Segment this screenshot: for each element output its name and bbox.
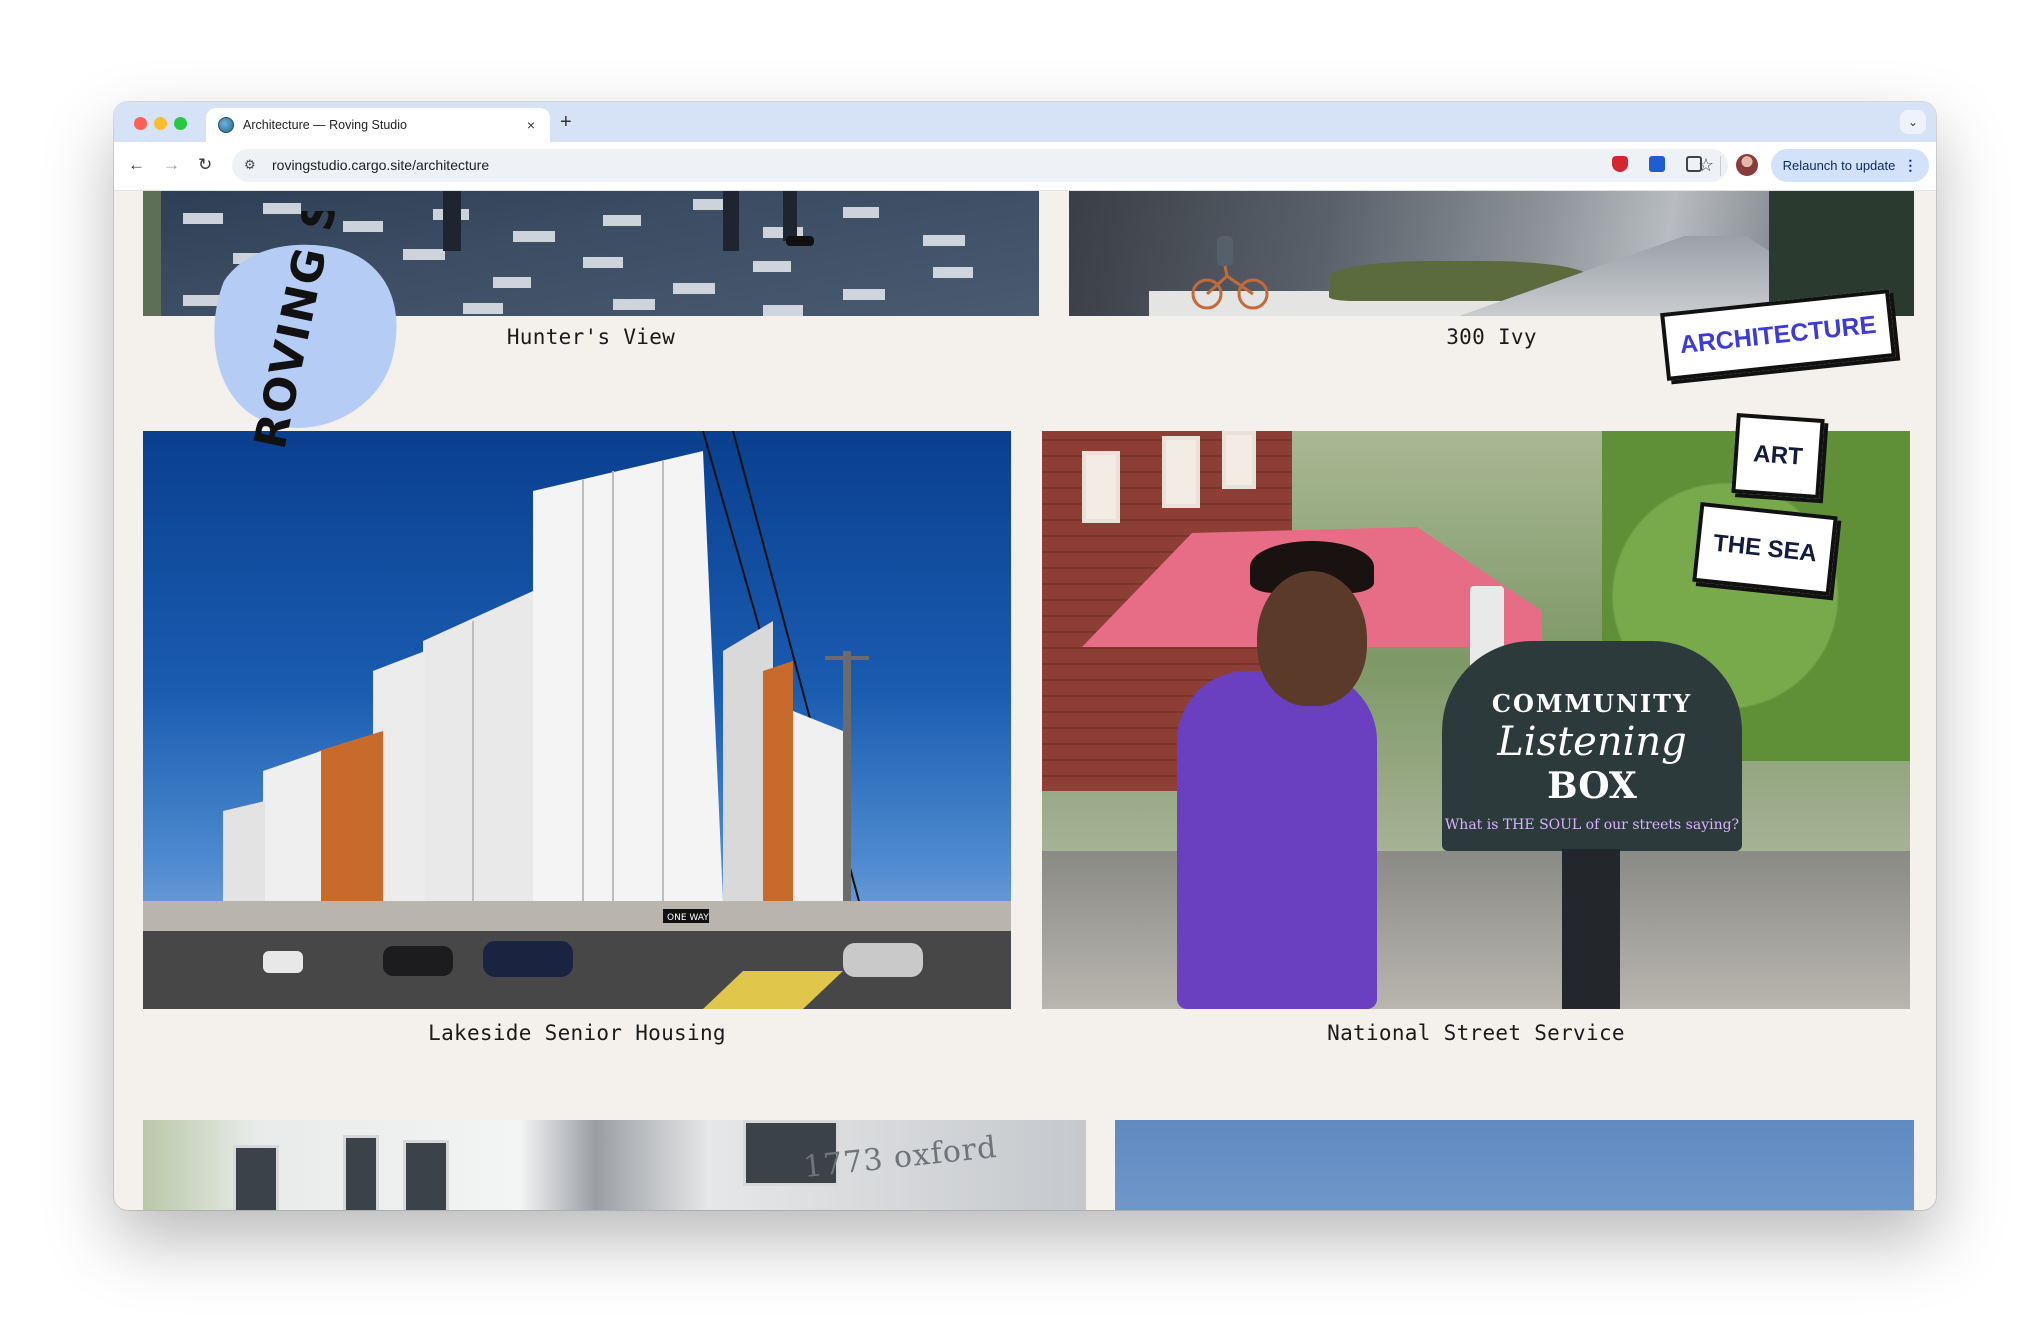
reload-button[interactable]: ↻: [198, 155, 212, 175]
address-bar[interactable]: ⚙ rovingstudio.cargo.site/architecture ☆: [232, 149, 1728, 182]
tab-architecture[interactable]: Architecture — Roving Studio ×: [206, 108, 550, 142]
site-info-icon[interactable]: ⚙: [244, 157, 256, 173]
kebab-menu-icon[interactable]: ⋮: [1903, 157, 1917, 174]
mailbox-text-4: What is THE SOUL of our streets saying?: [1444, 817, 1740, 833]
project-title-lakeside-senior-housing[interactable]: Lakeside Senior Housing: [143, 1021, 1011, 1045]
window-graphic: [233, 1145, 279, 1210]
project-image-1773-oxford[interactable]: 1773 oxford: [143, 1120, 1086, 1210]
mailbox-post-graphic: [1562, 849, 1620, 1009]
page-content: Hunter's View 300 Ivy ONE WAY Lakeside S…: [114, 191, 1936, 1210]
forward-button[interactable]: →: [163, 155, 180, 175]
close-tab-icon[interactable]: ×: [520, 117, 542, 133]
globe-icon: [218, 117, 234, 133]
nav-art[interactable]: ART: [1731, 413, 1825, 499]
project-image-300-ivy[interactable]: [1069, 191, 1914, 316]
tab-search-dropdown-icon[interactable]: ⌄: [1900, 110, 1926, 134]
community-listening-box: COMMUNITY Listening BOX What is THE SOUL…: [1442, 641, 1742, 851]
project-title-national-street-service[interactable]: National Street Service: [1042, 1021, 1910, 1045]
tab-bar: Architecture — Roving Studio × + ⌄: [114, 102, 1936, 142]
extensions-puzzle-icon[interactable]: [1686, 156, 1702, 172]
window-graphic: [1162, 436, 1200, 508]
minimize-window-icon[interactable]: [154, 117, 167, 130]
window-graphic: [1222, 431, 1256, 489]
zoom-window-icon[interactable]: [174, 117, 187, 130]
back-button[interactable]: ←: [128, 155, 145, 175]
project-image-lakeside-senior-housing[interactable]: ONE WAY: [143, 431, 1011, 1009]
browser-window: Architecture — Roving Studio × + ⌄ ← → ↻…: [114, 102, 1936, 1210]
browser-toolbar: ← → ↻ ⚙ rovingstudio.cargo.site/architec…: [114, 142, 1936, 191]
mailbox-text-1: COMMUNITY: [1491, 689, 1693, 718]
close-window-icon[interactable]: [134, 117, 147, 130]
street-ground-graphic: [1042, 851, 1910, 1009]
url-text[interactable]: rovingstudio.cargo.site/architecture: [272, 157, 489, 173]
tab-title: Architecture — Roving Studio: [243, 118, 407, 132]
window-graphic: [403, 1140, 449, 1210]
roving-studio-logo[interactable]: ROVING STUDIO: [184, 211, 414, 461]
new-tab-button[interactable]: +: [560, 110, 572, 134]
profile-avatar[interactable]: [1736, 154, 1758, 176]
window-graphic: [343, 1135, 379, 1210]
person-head-graphic: [1257, 571, 1367, 706]
mailbox-text-3: BOX: [1547, 765, 1637, 807]
lakeside-building-graphic: ONE WAY: [143, 431, 1011, 1009]
window-graphic: [1082, 451, 1120, 523]
project-image-sky[interactable]: [1115, 1120, 1914, 1210]
person-graphic: [1177, 671, 1377, 1009]
mailbox-text-2: Listening: [1497, 719, 1687, 765]
nav-the-sea[interactable]: THE SEA: [1692, 502, 1838, 596]
one-way-sign: ONE WAY: [667, 913, 709, 923]
trello-extension-icon[interactable]: [1649, 156, 1665, 172]
toolbar-divider: [1720, 156, 1721, 176]
cyclist-graphic: [1191, 236, 1269, 310]
relaunch-button[interactable]: Relaunch to update ⋮: [1771, 149, 1929, 182]
ublock-extension-icon[interactable]: [1612, 156, 1628, 172]
relaunch-label: Relaunch to update: [1782, 158, 1896, 173]
